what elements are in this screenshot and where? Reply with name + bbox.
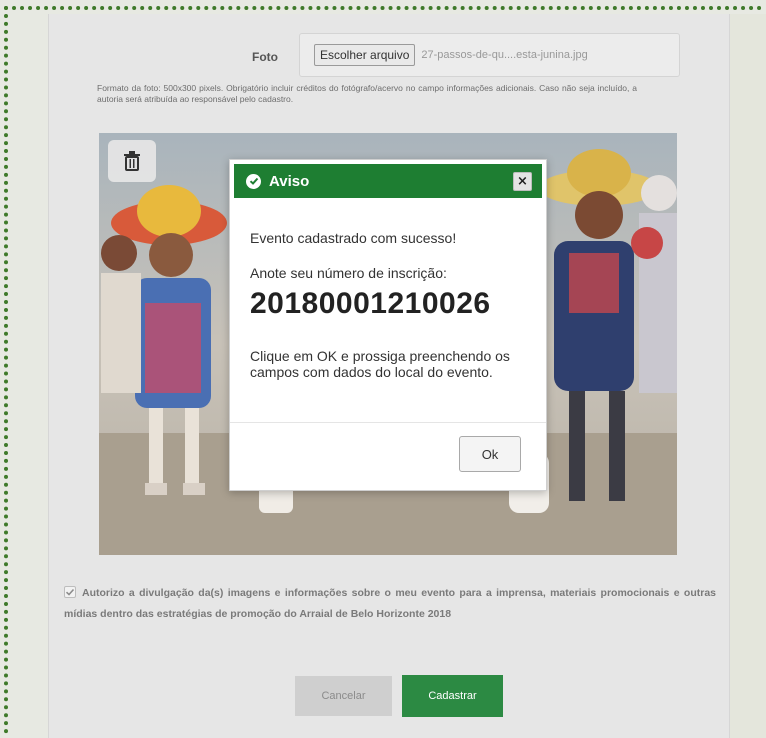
page-margin (730, 14, 766, 738)
delete-photo-button[interactable] (108, 140, 156, 182)
consent-text: Autorizo a divulgação da(s) imagens e in… (64, 587, 716, 620)
modal-title: Aviso (269, 172, 310, 190)
success-message: Evento cadastrado com sucesso! (250, 230, 457, 246)
instruction-text: Clique em OK e prossiga preenchendo os c… (250, 348, 510, 380)
modal-divider (230, 422, 546, 423)
photo-help-text: Formato da foto: 500x300 pixels. Obrigat… (97, 83, 637, 104)
modal-header: Aviso × (234, 164, 542, 198)
cancel-button[interactable]: Cancelar (295, 676, 392, 716)
consent-section: Autorizo a divulgação da(s) imagens e in… (64, 583, 716, 625)
ok-button[interactable]: Ok (459, 436, 521, 472)
file-input[interactable]: Escolher arquivo 27-passos-de-qu....esta… (299, 33, 680, 77)
checkmark-icon (65, 588, 75, 596)
close-icon[interactable]: × (513, 172, 532, 191)
registration-note: Anote seu número de inscrição: (250, 265, 447, 281)
selected-file-name: 27-passos-de-qu....esta-junina.jpg (421, 49, 588, 61)
consent-checkbox[interactable] (64, 586, 76, 598)
notice-modal: Aviso × Evento cadastrado com sucesso! A… (229, 159, 547, 491)
check-circle-icon (246, 173, 261, 189)
photo-label: Foto (252, 50, 278, 64)
choose-file-button[interactable]: Escolher arquivo (314, 44, 416, 66)
registration-number: 20180001210026 (250, 287, 491, 320)
trash-icon (124, 151, 140, 171)
submit-button[interactable]: Cadastrar (402, 675, 503, 717)
